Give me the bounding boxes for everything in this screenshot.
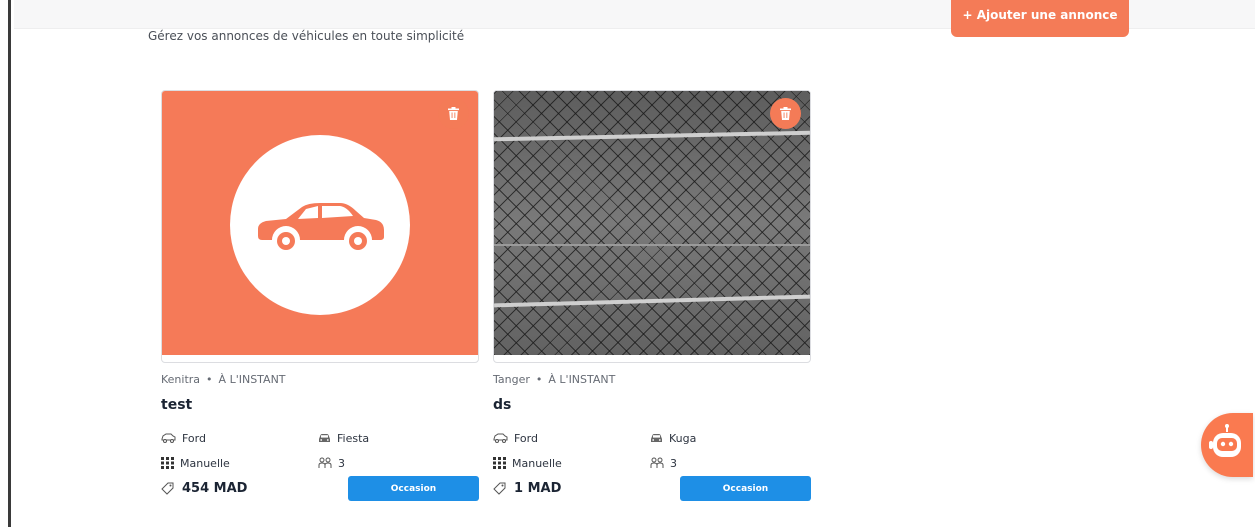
delete-button[interactable] — [438, 98, 469, 129]
left-border — [8, 0, 11, 527]
trash-icon — [448, 107, 459, 120]
placeholder-circle — [230, 135, 410, 315]
separator-dot: • — [535, 373, 543, 386]
spec-brand: Ford — [493, 431, 650, 445]
gearbox-icon — [161, 457, 174, 469]
car-front-icon — [319, 433, 330, 442]
listing-price: 1 MAD — [493, 481, 561, 496]
listing-image[interactable] — [161, 90, 479, 363]
listing-city: Kenitra — [161, 373, 201, 386]
listing-footer: 454 MAD Occasion — [161, 476, 479, 501]
seats-icon — [650, 457, 664, 468]
listing-card[interactable]: Kenitra • À L'INSTANT test Ford Fiesta Man… — [161, 90, 479, 501]
listing-meta: Kenitra • À L'INSTANT — [161, 373, 479, 386]
listing-time: À L'INSTANT — [548, 373, 616, 386]
listing-meta: Tanger • À L'INSTANT — [493, 373, 811, 386]
spec-brand-value: Ford — [514, 431, 538, 445]
car-icon — [493, 433, 508, 443]
spec-seats: 3 — [650, 456, 811, 470]
chain-link-fence-photo — [494, 91, 810, 355]
spec-transmission-value: Manuelle — [512, 456, 562, 470]
listing-time: À L'INSTANT — [218, 373, 286, 386]
spec-model-value: Fiesta — [337, 431, 370, 445]
car-icon — [161, 433, 176, 443]
separator-dot: • — [206, 373, 213, 386]
listing-price: 454 MAD — [161, 481, 247, 496]
add-listing-button[interactable]: + Ajouter une annonce — [951, 0, 1129, 37]
gearbox-icon — [493, 457, 506, 469]
spec-transmission-value: Manuelle — [180, 456, 230, 470]
fence-rail — [494, 130, 810, 142]
car-icon — [258, 203, 384, 250]
car-front-icon — [651, 433, 662, 442]
seats-icon — [318, 457, 332, 468]
spec-transmission: Manuelle — [493, 456, 650, 470]
spec-seats-value: 3 — [670, 456, 677, 470]
delete-button[interactable] — [770, 98, 801, 129]
condition-button[interactable]: Occasion — [680, 476, 811, 501]
spec-model: Fiesta — [318, 431, 479, 445]
spec-model: Kuga — [650, 431, 811, 445]
listing-price-value: 1 MAD — [514, 481, 562, 496]
spec-seats-value: 3 — [338, 456, 345, 470]
page-subtitle: Gérez vos annonces de véhicules en toute… — [148, 29, 465, 43]
fence-rail — [494, 244, 810, 246]
condition-button[interactable]: Occasion — [348, 476, 479, 501]
listing-image[interactable] — [493, 90, 811, 363]
listing-footer: 1 MAD Occasion — [493, 476, 811, 501]
fence-rail — [494, 294, 810, 308]
spec-seats: 3 — [318, 456, 479, 470]
trash-icon — [780, 107, 791, 120]
tag-icon — [161, 482, 174, 495]
listing-specs: Ford Fiesta Manuelle 3 — [161, 431, 479, 470]
tag-icon — [493, 482, 506, 495]
spec-brand: Ford — [161, 431, 318, 445]
spec-model-value: Kuga — [669, 431, 697, 445]
listing-card[interactable]: Tanger • À L'INSTANT ds Ford Kuga Manuelle… — [493, 90, 811, 501]
spec-transmission: Manuelle — [161, 456, 318, 470]
listing-title[interactable]: test — [161, 397, 479, 413]
chatbot-icon — [1209, 424, 1241, 457]
spec-brand-value: Ford — [182, 431, 206, 445]
listing-title[interactable]: ds — [493, 397, 811, 413]
car-placeholder-image — [162, 91, 478, 355]
listing-city: Tanger — [493, 373, 530, 386]
listing-price-value: 454 MAD — [182, 481, 248, 496]
chatbot-button[interactable] — [1201, 413, 1253, 477]
listing-specs: Ford Kuga Manuelle 3 — [493, 431, 811, 470]
